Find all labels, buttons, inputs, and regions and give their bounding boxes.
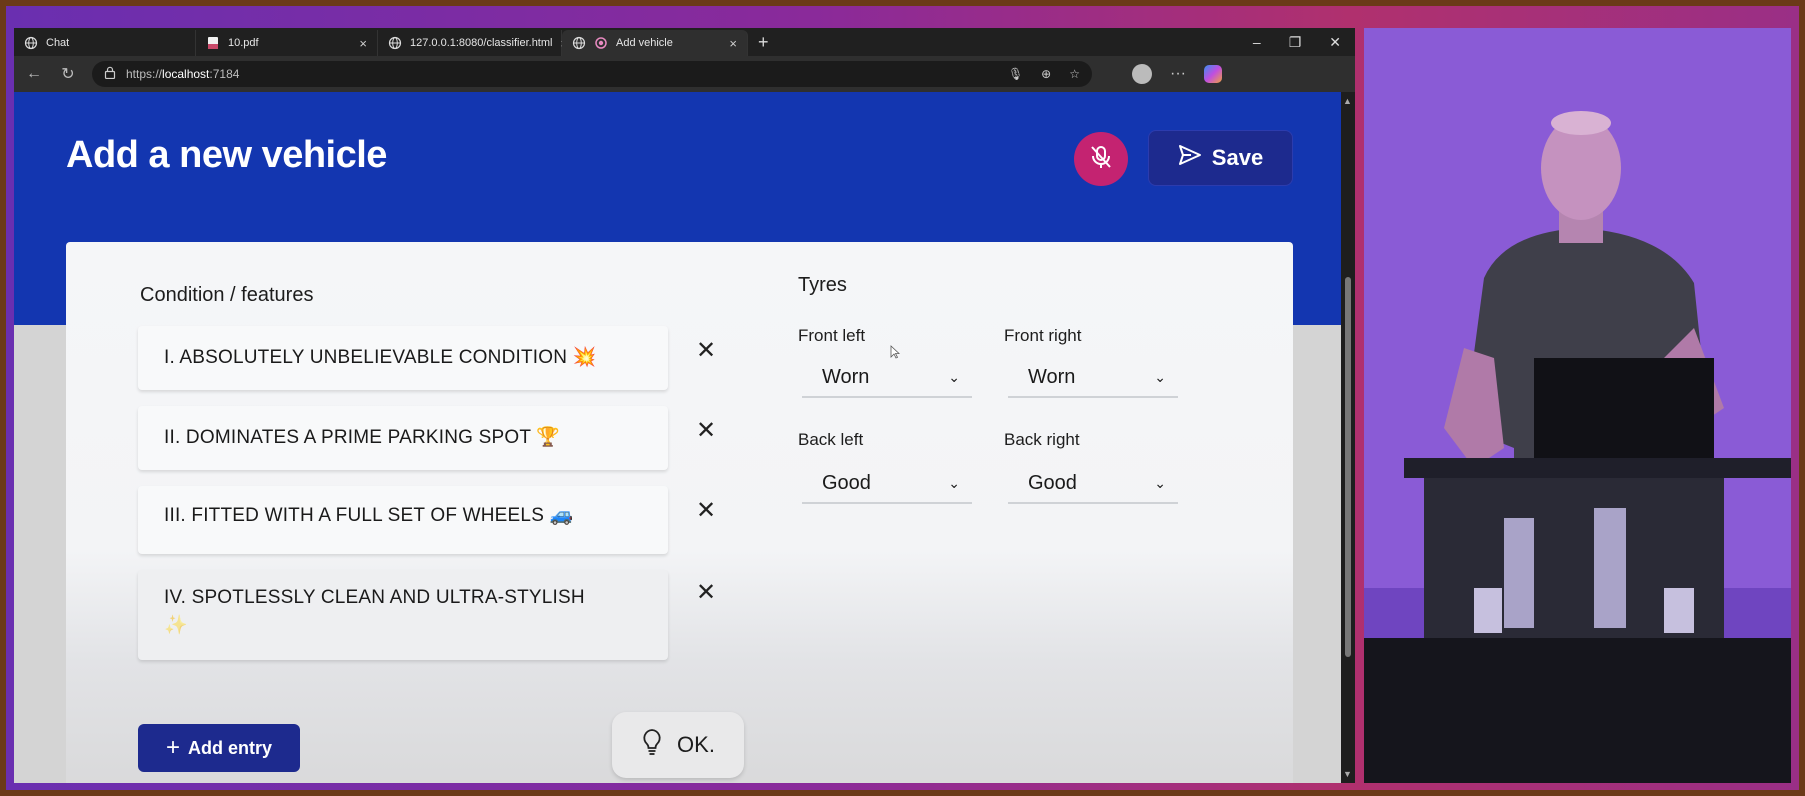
- scroll-up-icon[interactable]: ▲: [1343, 96, 1352, 106]
- tab-bar: Chat 10.pdf × 127.0.0.1:8080/classifier.…: [14, 28, 1355, 56]
- address-actions: 🎙 ⊕ ☆: [1008, 67, 1080, 81]
- list-item[interactable]: III. FITTED WITH A FULL SET OF WHEELS 🚙: [138, 486, 668, 554]
- condition-features-label: Condition / features: [140, 284, 314, 306]
- zoom-icon[interactable]: ⊕: [1041, 67, 1051, 81]
- back-left-select[interactable]: Good ⌄: [802, 464, 972, 504]
- copilot-icon[interactable]: [1203, 65, 1222, 83]
- lightbulb-icon: [641, 728, 663, 762]
- page-title: Add a new vehicle: [66, 134, 387, 176]
- entry-text: II. DOMINATES A PRIME PARKING SPOT 🏆: [164, 427, 561, 448]
- send-icon: [1178, 144, 1202, 172]
- close-icon[interactable]: ×: [359, 36, 367, 51]
- plus-icon: +: [165, 734, 180, 761]
- chevron-down-icon: ⌄: [948, 368, 960, 385]
- back-right-value: Good: [1028, 471, 1077, 494]
- microphone-off-icon: [1088, 144, 1114, 175]
- globe-icon: [24, 36, 38, 50]
- remove-entry-button[interactable]: ✕: [694, 417, 718, 444]
- back-left-value: Good: [822, 471, 871, 494]
- list-item[interactable]: IV. SPOTLESSLY CLEAN AND ULTRA-STYLISH ✨: [138, 570, 668, 660]
- chevron-down-icon: ⌄: [1154, 368, 1166, 385]
- minimize-icon[interactable]: –: [1253, 34, 1261, 51]
- tab-label: 10.pdf: [228, 37, 259, 49]
- url-text: https://localhost:7184: [126, 67, 240, 81]
- front-right-label: Front right: [1004, 326, 1082, 345]
- back-right-label: Back right: [1004, 430, 1080, 449]
- tab-label: Chat: [46, 37, 70, 49]
- mouse-cursor-icon: [890, 345, 900, 359]
- tab-label: Add vehicle: [616, 37, 673, 49]
- profile-avatar[interactable]: [1132, 64, 1152, 84]
- front-left-value: Worn: [822, 365, 870, 388]
- tab-label: 127.0.0.1:8080/classifier.html: [410, 37, 553, 49]
- toolbar-right: ···: [1132, 64, 1222, 84]
- record-icon: [594, 36, 608, 50]
- page-viewport: Add a new vehicle Save Condition / featu…: [14, 92, 1341, 783]
- list-item[interactable]: I. ABSOLUTELY UNBELIEVABLE CONDITION 💥: [138, 326, 668, 390]
- close-window-icon[interactable]: ✕: [1329, 34, 1341, 51]
- front-right-value: Worn: [1028, 365, 1076, 388]
- ok-label: OK.: [677, 732, 715, 757]
- new-tab-icon[interactable]: +: [748, 32, 779, 53]
- globe-icon: [572, 36, 586, 50]
- back-right-select[interactable]: Good ⌄: [1008, 464, 1178, 504]
- globe-icon: [388, 36, 402, 50]
- save-button[interactable]: Save: [1148, 130, 1293, 186]
- browser-window: Chat 10.pdf × 127.0.0.1:8080/classifier.…: [14, 28, 1355, 783]
- tab-pdf[interactable]: 10.pdf ×: [196, 30, 378, 56]
- address-bar[interactable]: https://localhost:7184 🎙 ⊕ ☆: [92, 61, 1092, 87]
- window-controls: – ❐ ✕: [1253, 34, 1355, 51]
- list-item[interactable]: II. DOMINATES A PRIME PARKING SPOT 🏆: [138, 406, 668, 470]
- remove-entry-button[interactable]: ✕: [694, 497, 718, 524]
- vehicle-form-card: Condition / features I. ABSOLUTELY UNBEL…: [66, 242, 1293, 783]
- remove-entry-button[interactable]: ✕: [694, 579, 718, 606]
- tab-add-vehicle[interactable]: Add vehicle ×: [562, 30, 748, 56]
- suggestion-pill[interactable]: OK.: [612, 712, 744, 778]
- entry-text: I. ABSOLUTELY UNBELIEVABLE CONDITION 💥: [164, 347, 597, 368]
- front-right-select[interactable]: Worn ⌄: [1008, 358, 1178, 398]
- tyres-label: Tyres: [798, 274, 847, 296]
- favorite-star-icon[interactable]: ☆: [1069, 67, 1080, 81]
- restore-icon[interactable]: ❐: [1289, 34, 1302, 51]
- front-left-label: Front left: [798, 326, 866, 345]
- reload-icon[interactable]: ↻: [58, 64, 78, 84]
- chevron-down-icon: ⌄: [1154, 474, 1166, 491]
- page-scrollbar[interactable]: ▲ ▼: [1341, 92, 1355, 783]
- microphone-icon[interactable]: 🎙: [1008, 67, 1023, 81]
- scrollbar-thumb[interactable]: [1345, 277, 1351, 657]
- tab-classifier[interactable]: 127.0.0.1:8080/classifier.html ×: [378, 30, 568, 56]
- chevron-down-icon: ⌄: [948, 474, 960, 491]
- add-entry-button[interactable]: + Add entry: [138, 724, 300, 772]
- entry-text: III. FITTED WITH A FULL SET OF WHEELS 🚙: [164, 505, 574, 526]
- more-menu-icon[interactable]: ···: [1170, 65, 1186, 83]
- add-entry-label: Add entry: [188, 737, 273, 758]
- back-left-label: Back left: [798, 430, 864, 449]
- mute-mic-button[interactable]: [1074, 132, 1128, 186]
- scroll-down-icon[interactable]: ▼: [1343, 769, 1352, 779]
- presenter-video: [1364, 28, 1791, 783]
- save-label: Save: [1211, 145, 1264, 170]
- remove-entry-button[interactable]: ✕: [694, 337, 718, 364]
- front-left-select[interactable]: Worn ⌄: [802, 358, 972, 398]
- lock-icon: [104, 66, 116, 82]
- browser-toolbar: ← ↻ https://localhost:7184 🎙 ⊕ ☆ ···: [14, 56, 1355, 92]
- tab-chat[interactable]: Chat: [14, 30, 196, 56]
- back-icon[interactable]: ←: [24, 65, 44, 83]
- entry-text: IV. SPOTLESSLY CLEAN AND ULTRA-STYLISH ✨: [164, 587, 585, 636]
- close-icon[interactable]: ×: [729, 36, 737, 51]
- pdf-icon: [206, 36, 220, 50]
- presenter-image: [1364, 28, 1791, 783]
